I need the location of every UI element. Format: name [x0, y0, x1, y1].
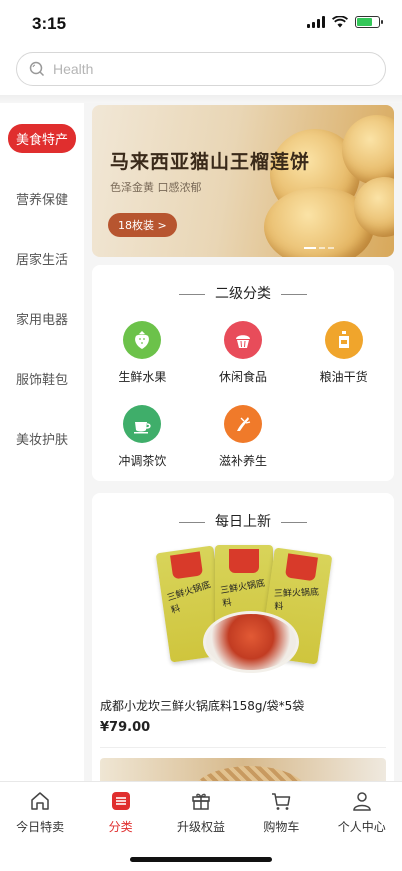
sidebar-item-food[interactable]: 美食特产	[0, 108, 84, 168]
tab-label: 升级权益	[176, 820, 225, 834]
tab-label: 分类	[108, 820, 133, 834]
tab-label: 购物车	[263, 820, 300, 834]
hotpot-bowl-image	[203, 611, 299, 673]
search-input[interactable]	[53, 61, 353, 77]
subcategory-label: 休闲食品	[218, 370, 267, 384]
carousel-dot-active	[304, 247, 316, 249]
sidebar-item-label: 美食特产	[7, 123, 76, 153]
subcategory-card: 二级分类 生鲜水果 休闲食品 粮油干货 冲调茶饮 滋补养生	[92, 265, 394, 481]
pack-label	[170, 551, 204, 580]
person-icon	[352, 792, 371, 811]
category-content: 马来西亚猫山王榴莲饼 色泽金黄 口感浓郁 18枚装 > 二级分类 生鲜水果 休闲…	[84, 103, 402, 781]
gift-box-icon	[192, 793, 210, 810]
daily-new-title: 每日上新	[92, 511, 394, 531]
sidebar-item-apparel[interactable]: 服饰鞋包	[0, 348, 84, 408]
pack-text: 三鲜火锅底料	[273, 587, 320, 613]
category-sidebar: 美食特产 营养保健 居家生活 家用电器 服饰鞋包 美妆护肤	[0, 103, 84, 781]
sidebar-item-health[interactable]: 营养保健	[0, 168, 84, 228]
tab-category[interactable]: 分类	[81, 790, 161, 835]
status-time: 3:15	[32, 14, 67, 33]
banner-subtitle: 色泽金黄 口感浓郁	[110, 181, 202, 194]
subcategory-grain-oil[interactable]: 粮油干货	[293, 321, 394, 385]
pack-text: 三鲜火锅底料	[166, 580, 212, 617]
banner-pack-button[interactable]: 18枚装 >	[108, 213, 177, 237]
subcategory-title: 二级分类	[92, 283, 394, 303]
wifi-icon	[332, 16, 348, 28]
product-price: ¥79.00	[100, 720, 151, 735]
promo-banner[interactable]: 马来西亚猫山王榴莲饼 色泽金黄 口感浓郁 18枚装 >	[92, 105, 394, 257]
tab-cart[interactable]: 购物车	[241, 790, 321, 835]
subcategory-grid: 生鲜水果 休闲食品 粮油干货 冲调茶饮 滋补养生	[92, 321, 394, 469]
status-bar: 3:15	[0, 0, 402, 48]
status-icons	[307, 16, 383, 28]
daily-new-card: 每日上新 三鲜火锅底料 三鲜火锅底料 三鲜火锅底料 成都小龙坎三鲜火锅底料158…	[92, 493, 394, 781]
oil-bottle-icon	[324, 321, 363, 359]
sidebar-item-label: 服饰鞋包	[15, 372, 68, 388]
search-icon	[29, 61, 45, 77]
basket-image	[190, 766, 310, 781]
subcategory-label: 冲调茶饮	[118, 454, 167, 468]
carousel-indicator	[304, 247, 334, 249]
tab-upgrade-benefits[interactable]: 升级权益	[161, 790, 241, 835]
sidebar-item-home-living[interactable]: 居家生活	[0, 228, 84, 288]
cart-icon	[272, 793, 291, 810]
subcategory-label: 滋补养生	[218, 454, 267, 468]
tab-label: 个人中心	[337, 820, 386, 834]
next-product-image[interactable]	[100, 758, 386, 781]
pack-label	[229, 549, 259, 573]
cellular-signal-icon	[307, 16, 325, 28]
sidebar-item-label: 居家生活	[15, 252, 68, 268]
sidebar-item-label: 美妆护肤	[15, 432, 68, 448]
tab-profile[interactable]: 个人中心	[322, 790, 402, 835]
header-divider	[0, 95, 402, 103]
tab-label: 今日特卖	[16, 820, 65, 834]
subcategory-drinks[interactable]: 冲调茶饮	[92, 405, 193, 469]
tea-cup-icon	[123, 405, 162, 443]
subcategory-label: 生鲜水果	[118, 370, 167, 384]
sidebar-item-label: 营养保健	[15, 192, 68, 208]
home-indicator	[130, 857, 272, 862]
product-divider	[100, 747, 386, 748]
subcategory-tonic[interactable]: 滋补养生	[193, 405, 294, 469]
product-name[interactable]: 成都小龙坎三鲜火锅底料158g/袋*5袋	[100, 697, 394, 714]
cupcake-icon	[223, 321, 262, 359]
sidebar-item-appliances[interactable]: 家用电器	[0, 288, 84, 348]
carousel-dot	[328, 247, 334, 249]
sidebar-item-beauty[interactable]: 美妆护肤	[0, 408, 84, 468]
banner-title: 马来西亚猫山王榴莲饼	[110, 151, 311, 173]
hotpot-product-image[interactable]: 三鲜火锅底料 三鲜火锅底料 三鲜火锅底料	[155, 545, 333, 687]
battery-icon	[355, 16, 383, 28]
subcategory-fresh-fruit[interactable]: 生鲜水果	[92, 321, 193, 385]
pack-label	[284, 553, 318, 582]
category-icon	[111, 792, 130, 810]
search-bar[interactable]	[16, 52, 386, 86]
subcategory-snacks[interactable]: 休闲食品	[193, 321, 294, 385]
carousel-dot	[319, 247, 325, 249]
tab-today-sale[interactable]: 今日特卖	[0, 790, 80, 835]
strawberry-icon	[123, 321, 162, 359]
subcategory-label: 粮油干货	[319, 370, 368, 384]
sidebar-item-label: 家用电器	[15, 312, 68, 328]
home-icon	[31, 792, 49, 810]
ginseng-icon	[223, 405, 262, 443]
battery-level	[357, 18, 372, 26]
